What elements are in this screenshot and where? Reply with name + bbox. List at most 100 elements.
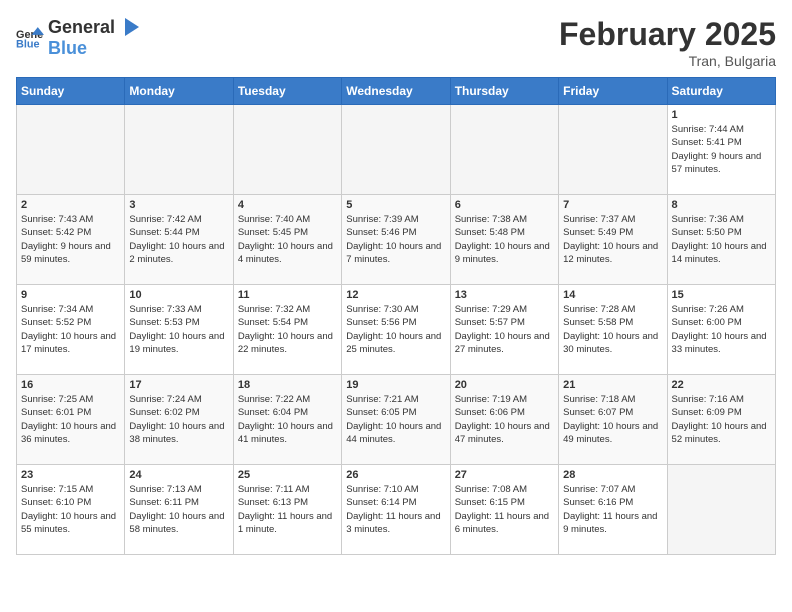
day-info: Sunrise: 7:42 AM Sunset: 5:44 PM Dayligh… — [129, 213, 228, 266]
day-info: Sunrise: 7:32 AM Sunset: 5:54 PM Dayligh… — [238, 303, 337, 356]
day-info: Sunrise: 7:43 AM Sunset: 5:42 PM Dayligh… — [21, 213, 120, 266]
day-number: 22 — [672, 379, 771, 391]
day-info: Sunrise: 7:08 AM Sunset: 6:15 PM Dayligh… — [455, 483, 554, 536]
day-info: Sunrise: 7:25 AM Sunset: 6:01 PM Dayligh… — [21, 393, 120, 446]
calendar-cell: 13 Sunrise: 7:29 AM Sunset: 5:57 PM Dayli… — [450, 285, 558, 375]
calendar-week-row: 1Sunrise: 7:44 AM Sunset: 5:41 PM Daylig… — [17, 105, 776, 195]
day-info: Sunrise: 7:11 AM Sunset: 6:13 PM Dayligh… — [238, 483, 337, 536]
calendar-cell: 10 Sunrise: 7:33 AM Sunset: 5:53 PM Dayli… — [125, 285, 233, 375]
day-info: Sunrise: 7:29 AM Sunset: 5:57 PM Dayligh… — [455, 303, 554, 356]
column-header-sunday: Sunday — [17, 78, 125, 105]
calendar-cell — [342, 105, 450, 195]
calendar-cell — [17, 105, 125, 195]
day-info: Sunrise: 7:18 AM Sunset: 6:07 PM Dayligh… — [563, 393, 662, 446]
day-info: Sunrise: 7:36 AM Sunset: 5:50 PM Dayligh… — [672, 213, 771, 266]
column-header-wednesday: Wednesday — [342, 78, 450, 105]
day-number: 4 — [238, 199, 337, 211]
calendar-cell: 28 Sunrise: 7:07 AM Sunset: 6:16 PM Dayli… — [559, 465, 667, 555]
column-header-monday: Monday — [125, 78, 233, 105]
day-number: 9 — [21, 289, 120, 301]
calendar-week-row: 16 Sunrise: 7:25 AM Sunset: 6:01 PM Dayli… — [17, 375, 776, 465]
calendar-week-row: 9 Sunrise: 7:34 AM Sunset: 5:52 PM Daylig… — [17, 285, 776, 375]
calendar-cell: 27 Sunrise: 7:08 AM Sunset: 6:15 PM Dayli… — [450, 465, 558, 555]
calendar-cell: 24 Sunrise: 7:13 AM Sunset: 6:11 PM Dayli… — [125, 465, 233, 555]
calendar-cell — [125, 105, 233, 195]
day-number: 13 — [455, 289, 554, 301]
calendar-cell: 5 Sunrise: 7:39 AM Sunset: 5:46 PM Daylig… — [342, 195, 450, 285]
calendar-week-row: 2 Sunrise: 7:43 AM Sunset: 5:42 PM Daylig… — [17, 195, 776, 285]
day-info: Sunrise: 7:33 AM Sunset: 5:53 PM Dayligh… — [129, 303, 228, 356]
day-info: Sunrise: 7:21 AM Sunset: 6:05 PM Dayligh… — [346, 393, 445, 446]
logo-arrow-icon — [117, 16, 139, 38]
day-number: 17 — [129, 379, 228, 391]
logo-general-text: General — [48, 17, 115, 38]
logo-icon: General Blue — [16, 24, 44, 52]
day-number: 26 — [346, 469, 445, 481]
day-number: 20 — [455, 379, 554, 391]
calendar-cell: 8 Sunrise: 7:36 AM Sunset: 5:50 PM Daylig… — [667, 195, 775, 285]
calendar-subtitle: Tran, Bulgaria — [559, 53, 776, 69]
day-info: Sunrise: 7:37 AM Sunset: 5:49 PM Dayligh… — [563, 213, 662, 266]
day-info: Sunrise: 7:38 AM Sunset: 5:48 PM Dayligh… — [455, 213, 554, 266]
calendar-cell: 22 Sunrise: 7:16 AM Sunset: 6:09 PM Dayli… — [667, 375, 775, 465]
day-info: Sunrise: 7:07 AM Sunset: 6:16 PM Dayligh… — [563, 483, 662, 536]
calendar-cell: 1Sunrise: 7:44 AM Sunset: 5:41 PM Daylig… — [667, 105, 775, 195]
column-header-friday: Friday — [559, 78, 667, 105]
calendar-week-row: 23Sunrise: 7:15 AM Sunset: 6:10 PM Dayli… — [17, 465, 776, 555]
svg-text:Blue: Blue — [16, 38, 40, 50]
day-info: Sunrise: 7:19 AM Sunset: 6:06 PM Dayligh… — [455, 393, 554, 446]
calendar-table: SundayMondayTuesdayWednesdayThursdayFrid… — [16, 77, 776, 555]
page-header: General Blue General Blue February 2025 … — [16, 16, 776, 69]
day-number: 23 — [21, 469, 120, 481]
calendar-cell: 23Sunrise: 7:15 AM Sunset: 6:10 PM Dayli… — [17, 465, 125, 555]
day-number: 5 — [346, 199, 445, 211]
day-number: 25 — [238, 469, 337, 481]
calendar-cell: 9 Sunrise: 7:34 AM Sunset: 5:52 PM Daylig… — [17, 285, 125, 375]
logo: General Blue General Blue — [16, 16, 139, 59]
day-info: Sunrise: 7:26 AM Sunset: 6:00 PM Dayligh… — [672, 303, 771, 356]
day-info: Sunrise: 7:40 AM Sunset: 5:45 PM Dayligh… — [238, 213, 337, 266]
day-number: 7 — [563, 199, 662, 211]
calendar-cell — [233, 105, 341, 195]
day-number: 24 — [129, 469, 228, 481]
day-number: 6 — [455, 199, 554, 211]
day-info: Sunrise: 7:34 AM Sunset: 5:52 PM Dayligh… — [21, 303, 120, 356]
calendar-cell: 20 Sunrise: 7:19 AM Sunset: 6:06 PM Dayli… — [450, 375, 558, 465]
day-info: Sunrise: 7:13 AM Sunset: 6:11 PM Dayligh… — [129, 483, 228, 536]
day-info: Sunrise: 7:16 AM Sunset: 6:09 PM Dayligh… — [672, 393, 771, 446]
calendar-cell: 4 Sunrise: 7:40 AM Sunset: 5:45 PM Daylig… — [233, 195, 341, 285]
day-number: 21 — [563, 379, 662, 391]
calendar-cell: 15Sunrise: 7:26 AM Sunset: 6:00 PM Dayli… — [667, 285, 775, 375]
day-number: 27 — [455, 469, 554, 481]
day-number: 2 — [21, 199, 120, 211]
calendar-cell: 18 Sunrise: 7:22 AM Sunset: 6:04 PM Dayli… — [233, 375, 341, 465]
calendar-cell: 11Sunrise: 7:32 AM Sunset: 5:54 PM Dayli… — [233, 285, 341, 375]
calendar-cell: 17Sunrise: 7:24 AM Sunset: 6:02 PM Dayli… — [125, 375, 233, 465]
calendar-cell: 3Sunrise: 7:42 AM Sunset: 5:44 PM Daylig… — [125, 195, 233, 285]
calendar-cell: 26 Sunrise: 7:10 AM Sunset: 6:14 PM Dayli… — [342, 465, 450, 555]
day-number: 1 — [672, 109, 771, 121]
column-header-thursday: Thursday — [450, 78, 558, 105]
day-info: Sunrise: 7:30 AM Sunset: 5:56 PM Dayligh… — [346, 303, 445, 356]
calendar-cell: 12Sunrise: 7:30 AM Sunset: 5:56 PM Dayli… — [342, 285, 450, 375]
day-number: 16 — [21, 379, 120, 391]
day-number: 18 — [238, 379, 337, 391]
day-number: 28 — [563, 469, 662, 481]
day-number: 10 — [129, 289, 228, 301]
calendar-cell: 25 Sunrise: 7:11 AM Sunset: 6:13 PM Dayli… — [233, 465, 341, 555]
day-info: Sunrise: 7:22 AM Sunset: 6:04 PM Dayligh… — [238, 393, 337, 446]
day-number: 14 — [563, 289, 662, 301]
day-info: Sunrise: 7:10 AM Sunset: 6:14 PM Dayligh… — [346, 483, 445, 536]
calendar-cell — [559, 105, 667, 195]
calendar-header-row: SundayMondayTuesdayWednesdayThursdayFrid… — [17, 78, 776, 105]
day-info: Sunrise: 7:39 AM Sunset: 5:46 PM Dayligh… — [346, 213, 445, 266]
calendar-cell: 7 Sunrise: 7:37 AM Sunset: 5:49 PM Daylig… — [559, 195, 667, 285]
calendar-cell: 16 Sunrise: 7:25 AM Sunset: 6:01 PM Dayli… — [17, 375, 125, 465]
column-header-tuesday: Tuesday — [233, 78, 341, 105]
day-number: 8 — [672, 199, 771, 211]
calendar-cell — [450, 105, 558, 195]
logo-blue-text: Blue — [48, 38, 139, 59]
calendar-cell — [667, 465, 775, 555]
day-number: 19 — [346, 379, 445, 391]
column-header-saturday: Saturday — [667, 78, 775, 105]
